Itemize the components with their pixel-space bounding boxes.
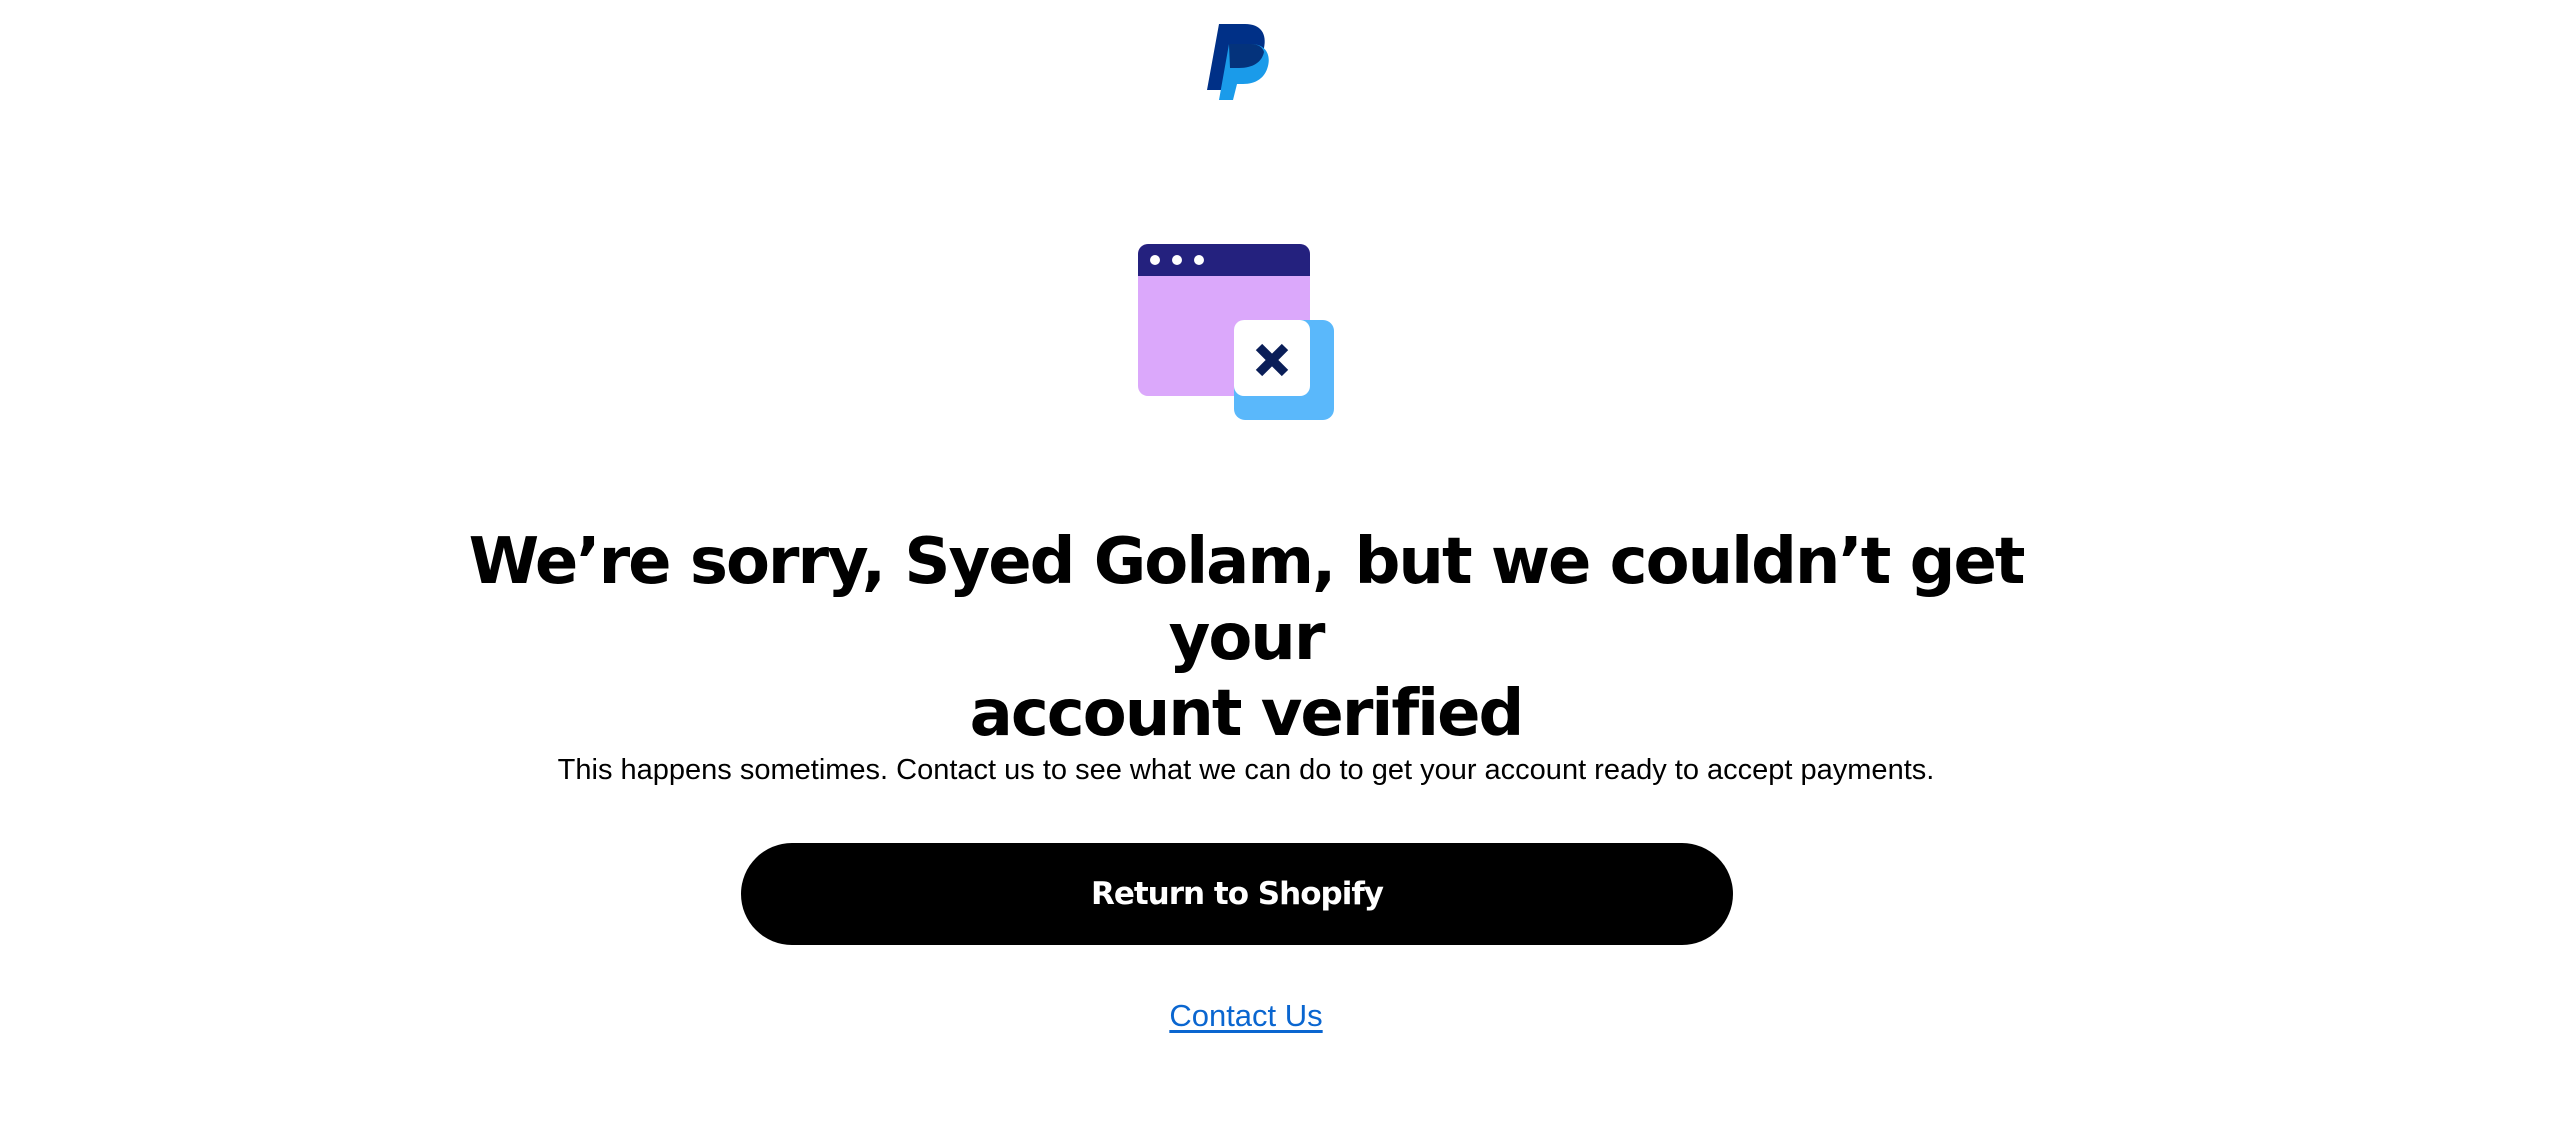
page-title: We’re sorry, Syed Golam, but we couldn’t… xyxy=(420,524,2072,752)
explanation-text: This happens sometimes. Contact us to se… xyxy=(557,754,1935,786)
page-title-line-1: We’re sorry, Syed Golam, but we couldn’t… xyxy=(468,525,2026,675)
paypal-logo-icon xyxy=(1207,24,1269,100)
window-dot-3 xyxy=(1194,255,1204,265)
verification-error-page: We’re sorry, Syed Golam, but we couldn’t… xyxy=(0,0,2560,1131)
content-column: We’re sorry, Syed Golam, but we couldn’t… xyxy=(0,0,2492,1131)
contact-us-link[interactable]: Contact Us xyxy=(1096,996,1396,1036)
return-to-shopify-button[interactable]: Return to Shopify xyxy=(741,843,1733,945)
window-dot-1 xyxy=(1150,255,1160,265)
window-title-bar xyxy=(1138,244,1310,276)
page-title-line-2: account verified xyxy=(969,677,1525,751)
window-dot-2 xyxy=(1172,255,1182,265)
browser-window-error-icon xyxy=(1138,244,1334,420)
